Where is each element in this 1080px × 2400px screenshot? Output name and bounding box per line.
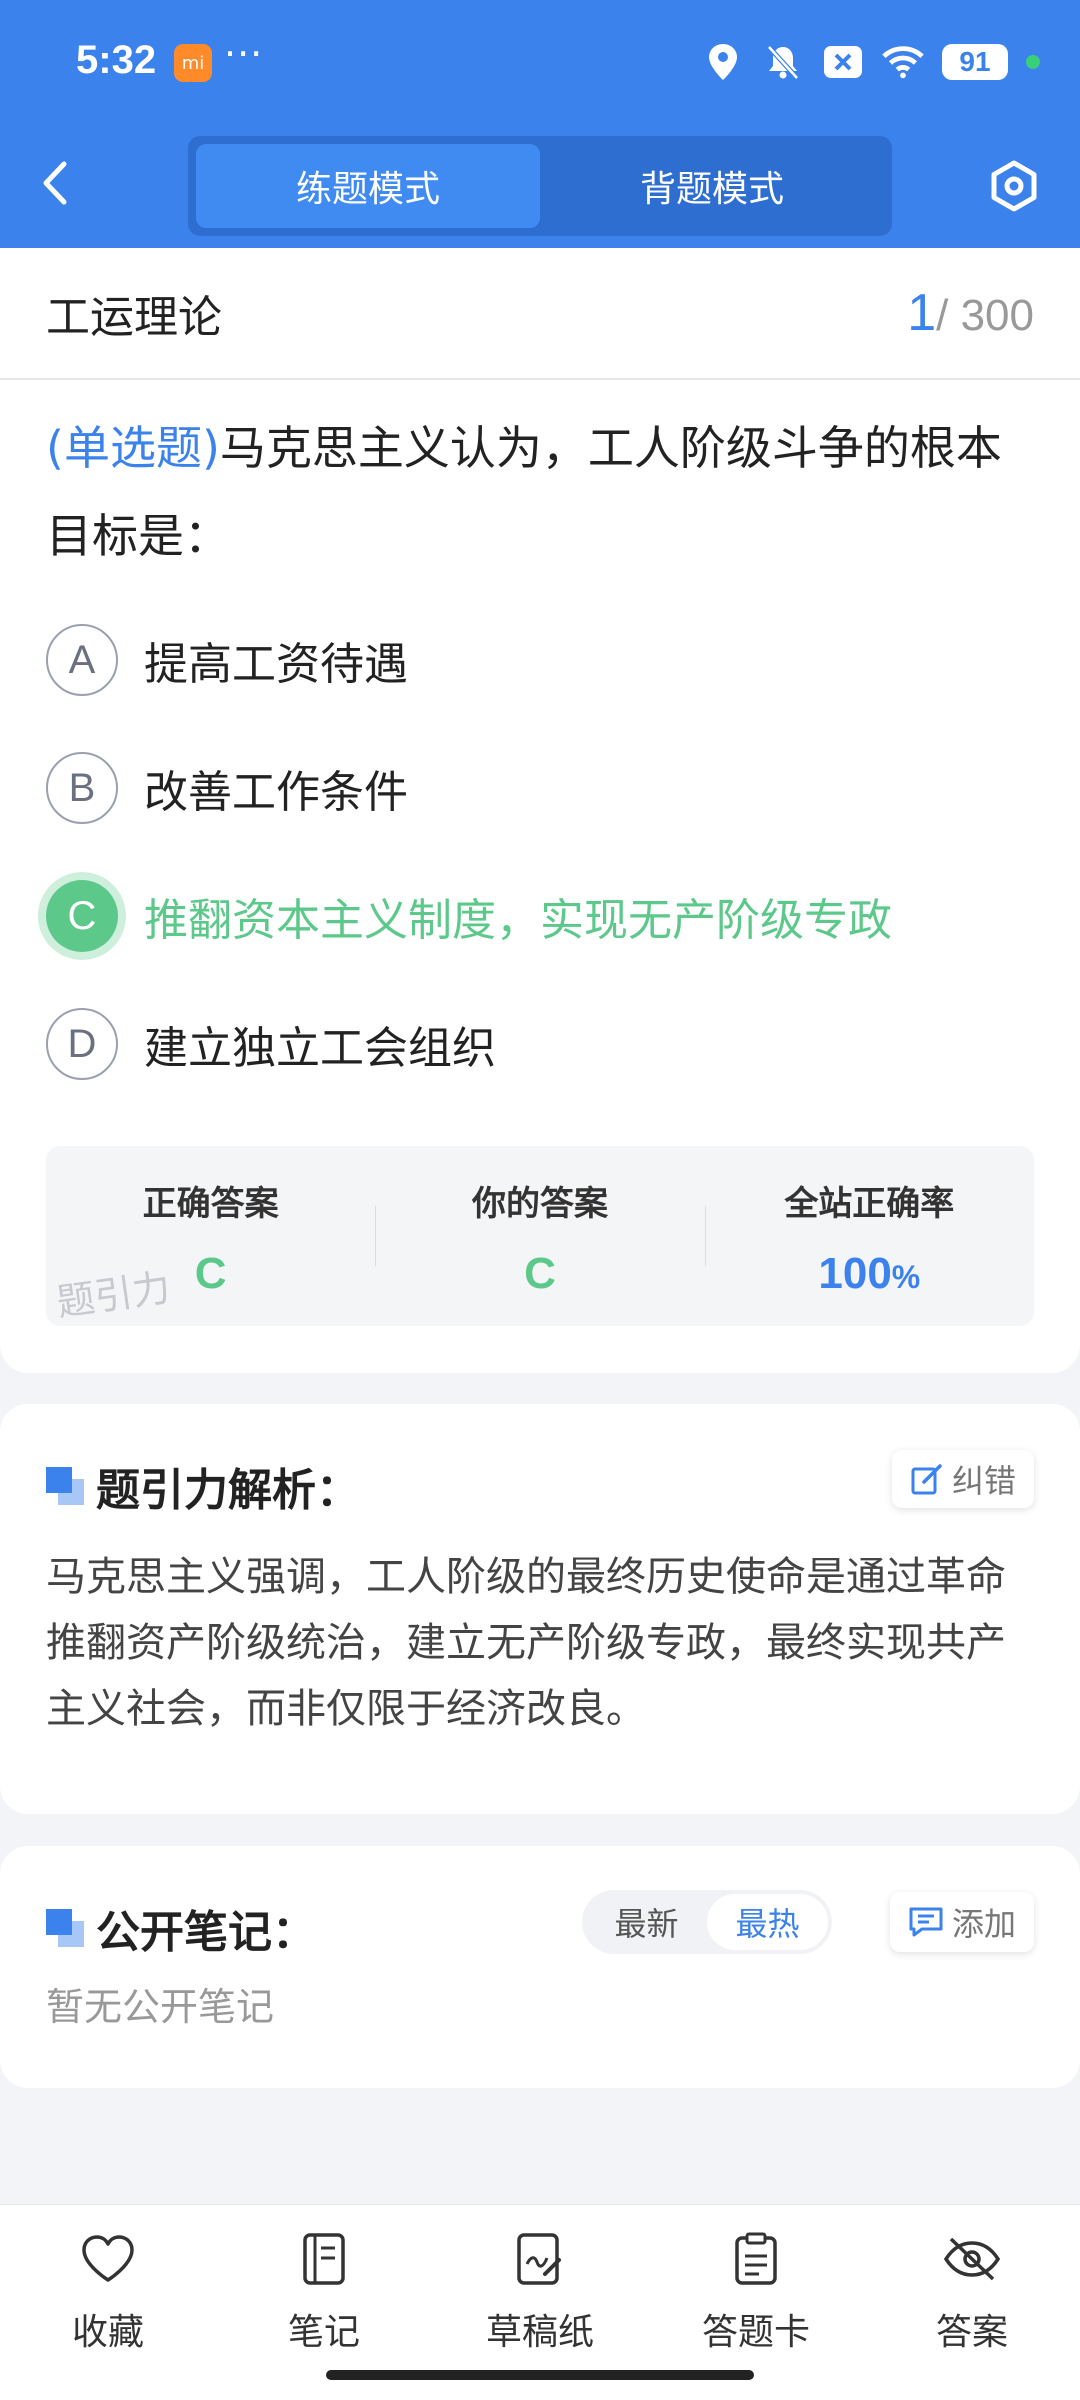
option-a[interactable]: A 提高工资待遇 bbox=[46, 596, 1034, 724]
tab-memorize-mode[interactable]: 背题模式 bbox=[540, 144, 884, 228]
correct-answer-value: C bbox=[194, 1249, 227, 1298]
tab-practice-mode[interactable]: 练题模式 bbox=[196, 144, 540, 228]
option-d[interactable]: D 建立独立工会组织 bbox=[46, 980, 1034, 1108]
chevron-left-icon bbox=[43, 161, 67, 205]
add-note-label: 添加 bbox=[951, 1905, 1016, 1943]
accuracy-value: 100% bbox=[818, 1249, 920, 1299]
question-header: 工运理论 1/ 300 bbox=[0, 248, 1080, 380]
analysis-title: 题引力解析： bbox=[96, 1465, 360, 1516]
accuracy-label: 全站正确率 bbox=[784, 1184, 955, 1224]
heart-icon bbox=[78, 2229, 138, 2289]
status-time: 5:32 bbox=[76, 38, 157, 82]
edit-icon bbox=[911, 1464, 942, 1495]
report-error-label: 纠错 bbox=[951, 1462, 1016, 1500]
bell-off-icon bbox=[762, 41, 804, 83]
subject-title: 工运理论 bbox=[46, 292, 222, 343]
section-squares-icon bbox=[46, 1467, 84, 1505]
battery-indicator: 91 bbox=[942, 44, 1008, 80]
option-letter: B bbox=[46, 752, 118, 824]
current-question-number: 1 bbox=[907, 284, 937, 342]
option-text: 推翻资本主义制度，实现无产阶级专政 bbox=[144, 895, 892, 946]
option-text: 提高工资待遇 bbox=[144, 639, 408, 690]
accuracy-col: 全站正确率 100% bbox=[704, 1146, 1034, 1326]
location-icon bbox=[702, 41, 744, 83]
draft-paper-icon bbox=[510, 2229, 570, 2289]
notebook-icon bbox=[294, 2229, 354, 2289]
option-letter: A bbox=[46, 624, 118, 696]
mode-switch: 练题模式 背题模式 bbox=[188, 136, 892, 236]
notes-title: 公开笔记： bbox=[96, 1907, 316, 1958]
option-text: 改善工作条件 bbox=[144, 767, 408, 818]
result-summary: 正确答案 C 题引力 你的答案 C 全站正确率 100% bbox=[46, 1146, 1034, 1326]
notes-sort-toggle: 最新 最热 bbox=[582, 1890, 832, 1954]
hexagon-settings-icon bbox=[991, 160, 1037, 212]
accuracy-number: 100 bbox=[818, 1249, 892, 1298]
notes-title-row: 公开笔记： bbox=[46, 1896, 316, 1960]
correct-answer-label: 正确答案 bbox=[142, 1184, 279, 1224]
analysis-card: 题引力解析： 纠错 马克思主义强调，工人阶级的最终历史使命是通过革命推翻资产阶级… bbox=[0, 1404, 1080, 1814]
option-letter: C bbox=[46, 880, 118, 952]
status-icons: 91 bbox=[702, 36, 1040, 88]
eye-off-icon bbox=[942, 2229, 1002, 2289]
nav-answer-label: 答案 bbox=[935, 2312, 1008, 2353]
top-bar: 5:32 mi ··· 91 练题模式 背题模式 bbox=[0, 0, 1080, 248]
question-stem: (单选题)马克思主义认为，工人阶级斗争的根本目标是： bbox=[0, 380, 1080, 580]
option-c[interactable]: C 推翻资本主义制度，实现无产阶级专政 bbox=[46, 852, 1034, 980]
question-counter[interactable]: 1/ 300 bbox=[907, 283, 1034, 343]
status-bar: 5:32 mi ··· 91 bbox=[0, 0, 1080, 120]
notes-card: 公开笔记： 最新 最热 添加 暂无公开笔记 bbox=[0, 1846, 1080, 2088]
nav-notes-label: 笔记 bbox=[287, 2312, 360, 2353]
nav-favorite[interactable]: 收藏 bbox=[0, 2205, 216, 2400]
home-indicator[interactable] bbox=[326, 2370, 754, 2380]
settings-button[interactable] bbox=[984, 156, 1044, 216]
report-error-button[interactable]: 纠错 bbox=[891, 1450, 1034, 1508]
comment-icon bbox=[909, 1907, 943, 1937]
add-note-button[interactable]: 添加 bbox=[889, 1892, 1034, 1952]
options-list: A 提高工资待遇 B 改善工作条件 C 推翻资本主义制度，实现无产阶级专政 D … bbox=[0, 580, 1080, 1108]
back-button[interactable] bbox=[40, 152, 90, 214]
accuracy-unit: % bbox=[891, 1259, 921, 1295]
analysis-text: 马克思主义强调，工人阶级的最终历史使命是通过革命推翻资产阶级统治，建立无产阶级专… bbox=[46, 1554, 1006, 1732]
total-questions: / 300 bbox=[936, 291, 1034, 340]
nav-draft-label: 草稿纸 bbox=[485, 2312, 594, 2353]
empty-notes-text: 暂无公开笔记 bbox=[46, 1985, 275, 2029]
sort-hottest[interactable]: 最热 bbox=[707, 1894, 828, 1950]
privacy-indicator-dot bbox=[1026, 55, 1040, 69]
section-squares-icon bbox=[46, 1909, 84, 1947]
question-type: (单选题) bbox=[46, 421, 220, 475]
your-answer-label: 你的答案 bbox=[471, 1184, 608, 1224]
nav-answer-sheet-label: 答题卡 bbox=[701, 2312, 810, 2353]
nav-favorite-label: 收藏 bbox=[71, 2312, 144, 2353]
nav-answer-toggle[interactable]: 答案 bbox=[864, 2205, 1080, 2400]
app-notification-icon: mi bbox=[174, 44, 212, 82]
answer-sheet-icon bbox=[726, 2229, 786, 2289]
notification-x-icon bbox=[822, 41, 864, 83]
your-answer-col: 你的答案 C bbox=[375, 1146, 704, 1326]
sort-latest[interactable]: 最新 bbox=[586, 1894, 707, 1950]
option-b[interactable]: B 改善工作条件 bbox=[46, 724, 1034, 852]
correct-answer-col: 正确答案 C 题引力 bbox=[46, 1146, 375, 1326]
analysis-title-row: 题引力解析： bbox=[46, 1454, 360, 1518]
your-answer-value: C bbox=[524, 1249, 556, 1298]
more-notifications-icon: ··· bbox=[224, 32, 264, 76]
option-letter: D bbox=[46, 1008, 118, 1080]
question-card: 工运理论 1/ 300 (单选题)马克思主义认为，工人阶级斗争的根本目标是： A… bbox=[0, 248, 1080, 1373]
watermark: 题引力 bbox=[53, 1265, 174, 1325]
option-text: 建立独立工会组织 bbox=[144, 1023, 496, 1074]
wifi-icon bbox=[882, 41, 924, 83]
